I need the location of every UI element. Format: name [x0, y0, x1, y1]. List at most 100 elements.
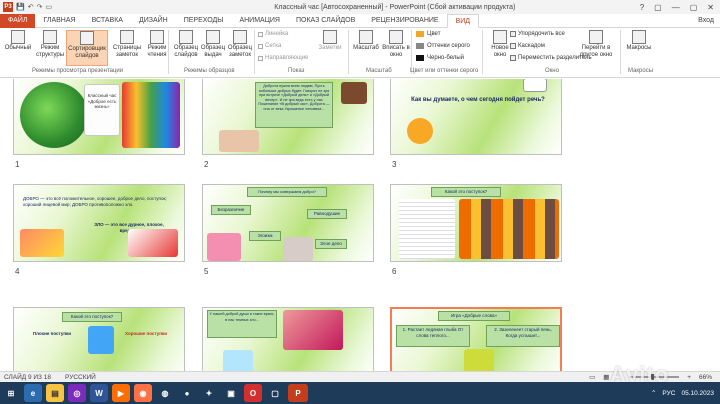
slide-image — [464, 349, 494, 371]
outline-view-button[interactable]: Режим структуры — [35, 30, 65, 66]
pictures-grid-image — [459, 199, 559, 259]
slide-label: Злое дело — [315, 239, 347, 249]
zoom-button[interactable]: Масштаб — [351, 30, 381, 66]
ruler-checkbox[interactable]: Линейка — [258, 31, 288, 37]
word-icon[interactable]: W — [90, 384, 108, 402]
separator — [482, 30, 483, 74]
maximize-button[interactable]: ▢ — [690, 3, 698, 12]
macros-button[interactable]: Макросы — [624, 30, 654, 66]
alice-icon[interactable]: ◎ — [68, 384, 86, 402]
group-presentation-views: Режимы просмотра презентации — [32, 68, 124, 74]
clock-date: 05.10.2023 — [681, 389, 714, 397]
tray-arrow-icon[interactable]: ⌃ — [651, 389, 656, 397]
zoom-in-icon[interactable]: + — [687, 374, 691, 381]
minimize-button[interactable]: — — [672, 3, 680, 12]
sign-in-link[interactable]: Вход — [698, 17, 720, 24]
start-button-icon[interactable]: ⊞ — [2, 384, 20, 402]
tab-file[interactable]: ФАЙЛ — [0, 13, 36, 28]
tab-review[interactable]: РЕЦЕНЗИРОВАНИЕ — [363, 14, 446, 28]
media-icon[interactable]: ▶ — [112, 384, 130, 402]
tab-transitions[interactable]: ПЕРЕХОДЫ — [176, 14, 232, 28]
clock[interactable]: 05.10.2023 — [681, 390, 714, 397]
arrange-all-button[interactable]: Упорядочить все — [510, 31, 565, 37]
tab-slideshow[interactable]: ПОКАЗ СЛАЙДОВ — [288, 14, 363, 28]
tray-language[interactable]: РУС — [662, 390, 675, 397]
notes-page-label: Страницы заметок — [112, 45, 142, 58]
powerpoint-taskbar-icon[interactable]: P — [288, 384, 308, 402]
slide-thumbnail[interactable]: Какой это поступок? — [390, 184, 562, 262]
notes-master-button[interactable]: Образец заметок — [225, 30, 255, 66]
app-icon[interactable]: ▣ — [222, 384, 240, 402]
fit-to-window-label: Вписать в окно — [382, 45, 410, 58]
fit-to-window-button[interactable]: Вписать в окно — [381, 30, 411, 66]
help-button[interactable]: ? — [640, 3, 644, 12]
tab-view[interactable]: ВИД — [446, 13, 480, 28]
slide-thumbnail[interactable]: Классный час «Доброе есть жизнь» — [13, 79, 185, 155]
chrome-icon[interactable]: ◍ — [156, 384, 174, 402]
slide-sorter-icon — [80, 31, 94, 45]
undo-icon[interactable]: ↶ — [28, 3, 34, 11]
cascade-button[interactable]: Каскадом — [510, 43, 545, 49]
slide-subtitle: Плохие поступки — [32, 331, 72, 336]
slide-number: 2 — [204, 160, 209, 169]
ribbon-display-button[interactable]: ▢ — [654, 3, 662, 12]
globe-image — [20, 82, 88, 148]
tab-animations[interactable]: АНИМАЦИЯ — [231, 14, 288, 28]
slide-thumbnail[interactable]: Почему мы совершаем добро? Безразличие Р… — [202, 184, 374, 262]
tab-design[interactable]: ДИЗАЙН — [131, 14, 176, 28]
avito-watermark: Avito — [610, 362, 670, 387]
redo-icon[interactable]: ↷ — [37, 3, 43, 11]
switch-window-button[interactable]: Перейти в другое окно — [574, 30, 618, 66]
slide-title: Как вы думаете, о чем сегодня пойдет реч… — [411, 97, 545, 103]
slide-thumbnail[interactable]: Доброта нужна всем людям, Пусть побольше… — [202, 79, 374, 155]
normal-view-status-icon[interactable]: ▭ — [589, 373, 595, 381]
slide-number: 6 — [392, 267, 397, 276]
language-indicator[interactable]: РУССКИЙ — [65, 374, 96, 381]
macros-icon — [632, 30, 646, 44]
notes-button[interactable]: Заметки — [315, 30, 345, 66]
app-icon[interactable]: ● — [178, 384, 196, 402]
slide-number: 5 — [204, 267, 209, 276]
tab-home[interactable]: ГЛАВНАЯ — [35, 14, 83, 28]
slide-thumbnail[interactable]: Как вы думаете, о чем сегодня пойдет реч… — [390, 79, 562, 155]
tab-insert[interactable]: ВСТАВКА — [84, 14, 131, 28]
notes-icon — [323, 30, 337, 44]
split-icon — [510, 55, 516, 61]
zoom-level[interactable]: 66% — [699, 374, 712, 381]
color-mode-option[interactable]: Цвет — [416, 31, 440, 37]
reading-view-label: Режим чтения — [147, 45, 167, 58]
hands-image — [219, 130, 259, 152]
slide-thumbnail-selected[interactable]: Игра «Добрые слова» 1. Растает ледяная г… — [390, 307, 562, 371]
normal-view-button[interactable]: Обычный — [3, 30, 33, 66]
app-icon[interactable]: ✦ — [200, 384, 218, 402]
slide-image — [523, 79, 547, 92]
slide-master-button[interactable]: Образец слайдов — [171, 30, 201, 66]
slide-thumbnail[interactable]: ДОБРО — это всё положительное, хорошее, … — [13, 184, 185, 262]
notes-page-button[interactable]: Страницы заметок — [112, 30, 142, 66]
slide-thumbnail[interactable]: Какой это поступок? Плохие поступки Хоро… — [13, 307, 185, 371]
grid-checkbox[interactable]: Сетка — [258, 43, 281, 49]
opera-icon[interactable]: O — [244, 384, 262, 402]
slide-sorter-pane: Классный час «Доброе есть жизнь» 1 Добро… — [0, 79, 720, 371]
slide-thumbnail[interactable]: У нашей доброй души и такие враги, в нас… — [202, 307, 374, 371]
arrange-all-label: Упорядочить все — [518, 31, 565, 37]
ribbon-view: Обычный Режим структуры Сортировщик слай… — [0, 28, 720, 78]
grayscale-option[interactable]: Оттенки серого — [416, 43, 470, 49]
ie-icon[interactable]: e — [24, 384, 42, 402]
close-button[interactable]: ✕ — [707, 3, 714, 12]
slide-sorter-button[interactable]: Сортировщик слайдов — [66, 30, 108, 66]
guides-checkbox[interactable]: Направляющие — [258, 55, 309, 61]
handout-master-button[interactable]: Образец выдач — [198, 30, 228, 66]
garfield-image — [407, 118, 433, 144]
slideshow-icon[interactable]: ▭ — [45, 3, 52, 11]
save-icon[interactable]: 💾 — [16, 3, 25, 11]
slide-text-box: 2. Зазеленеет старый пень, Когда услышит… — [486, 325, 560, 347]
firefox-icon[interactable]: ◉ — [134, 384, 152, 402]
explorer-icon[interactable]: ▤ — [46, 384, 64, 402]
black-white-option[interactable]: Черно-белый — [416, 55, 464, 61]
group-window: Окно — [545, 68, 559, 74]
app-icon[interactable]: ▢ — [266, 384, 284, 402]
checkbox-icon — [258, 31, 263, 37]
fit-window-icon — [389, 30, 403, 44]
sorter-view-status-icon[interactable]: ▦ — [603, 373, 609, 381]
